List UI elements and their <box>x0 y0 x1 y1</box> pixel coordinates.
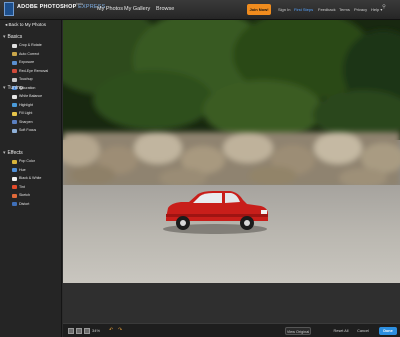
tool-black-white[interactable]: Black & White <box>19 176 41 180</box>
search-icon[interactable]: ⚲ <box>380 4 388 14</box>
sketch-icon <box>12 193 17 198</box>
chevron-down-icon: ▾ <box>3 150 6 156</box>
tool-sketch[interactable]: Sketch <box>19 193 30 197</box>
tool-exposure[interactable]: Exposure <box>19 60 34 64</box>
tint-icon <box>12 185 17 189</box>
back-arrow-icon: ◂ <box>5 22 8 27</box>
canvas-work-area <box>63 283 400 323</box>
cancel-button[interactable]: Cancel <box>355 327 371 335</box>
sign-in-link[interactable]: Sign In <box>278 7 290 12</box>
section-title: Effects <box>7 150 23 156</box>
product-label: PHOTOSHOP <box>39 4 77 10</box>
tool-soft-focus[interactable]: Soft Focus <box>19 128 36 132</box>
photoshop-logo-icon <box>4 2 14 16</box>
section-title: Basics <box>7 34 23 40</box>
privacy-link[interactable]: Privacy <box>354 7 367 12</box>
tools-panel: ◂ Back to My Photos ▾ Basics Crop & Rotate… <box>0 20 62 337</box>
tool-white-balance[interactable]: White Balance <box>19 94 42 98</box>
chevron-down-icon: ▾ <box>3 34 6 40</box>
red-eye-icon <box>12 69 17 73</box>
view-original-button[interactable]: View Original <box>285 327 311 335</box>
distort-icon <box>12 202 17 206</box>
tool-distort[interactable]: Distort <box>19 202 29 206</box>
nav-my-photos[interactable]: My Photos <box>97 6 123 12</box>
top-bar: ADOBE PHOTOSHOP EXPRESS beta My Photos M… <box>0 0 400 20</box>
section-effects[interactable]: ▾ Effects <box>3 150 23 156</box>
highlight-icon <box>12 103 17 107</box>
tool-pop-color[interactable]: Pop Color <box>19 159 35 163</box>
terms-link[interactable]: Terms <box>339 7 350 12</box>
reset-all-button[interactable]: Reset All <box>331 327 351 335</box>
help-label: Help <box>371 7 380 12</box>
done-button[interactable]: Done <box>379 327 397 335</box>
tool-red-eye[interactable]: Red-Eye Removal <box>19 69 48 73</box>
photo-image <box>63 20 400 283</box>
tool-crop[interactable]: Crop & Rotate <box>19 43 42 47</box>
back-to-my-photos-link[interactable]: ◂ Back to My Photos <box>5 22 46 28</box>
tool-sharpen[interactable]: Sharpen <box>19 120 33 124</box>
fill-light-icon <box>12 111 17 116</box>
pop-color-icon <box>12 159 17 164</box>
section-title: Tuning <box>7 85 23 91</box>
tool-auto-correct[interactable]: Auto Correct <box>19 52 39 56</box>
back-label: Back to My Photos <box>8 22 47 27</box>
redo-icon[interactable]: ↷ <box>118 327 122 333</box>
app-logo-text: ADOBE PHOTOSHOP EXPRESS <box>17 4 105 10</box>
nav-browse[interactable]: Browse <box>156 6 174 12</box>
tool-tint[interactable]: Tint <box>19 185 25 189</box>
section-tuning[interactable]: ▾ Tuning <box>3 85 23 91</box>
fit-to-screen-icon[interactable] <box>68 328 74 334</box>
auto-correct-icon <box>12 52 17 56</box>
nav-my-gallery[interactable]: My Gallery <box>124 6 150 12</box>
zoom-icon[interactable] <box>84 328 90 334</box>
beta-badge: beta <box>76 2 83 6</box>
tool-highlight[interactable]: Highlight <box>19 103 33 107</box>
tool-hue[interactable]: Hue <box>19 168 26 172</box>
first-steps-link[interactable]: First Steps <box>294 7 313 12</box>
exposure-icon <box>12 60 17 65</box>
tool-touchup[interactable]: Touchup <box>19 77 33 81</box>
sharpen-icon <box>12 120 17 124</box>
soft-focus-icon <box>12 128 17 133</box>
undo-icon[interactable]: ↶ <box>109 327 113 333</box>
zoom-level: 34% <box>92 328 101 333</box>
chevron-down-icon: ▾ <box>3 85 6 91</box>
crop-icon <box>12 43 17 48</box>
hue-icon <box>12 168 17 172</box>
tool-fill-light[interactable]: Fill Light <box>19 111 32 115</box>
photo-canvas[interactable] <box>63 20 400 283</box>
actual-size-icon[interactable] <box>76 328 82 334</box>
brand-label: ADOBE <box>17 4 38 10</box>
bottom-toolbar: 34% ↶ ↷ View Original Reset All Cancel D… <box>63 323 400 337</box>
touchup-icon <box>12 77 17 82</box>
join-now-button[interactable]: Join Now! <box>247 4 271 15</box>
black-white-icon <box>12 176 17 181</box>
section-basics[interactable]: ▾ Basics <box>3 34 22 40</box>
white-balance-icon <box>12 94 17 99</box>
feedback-link[interactable]: Feedback <box>318 7 336 12</box>
